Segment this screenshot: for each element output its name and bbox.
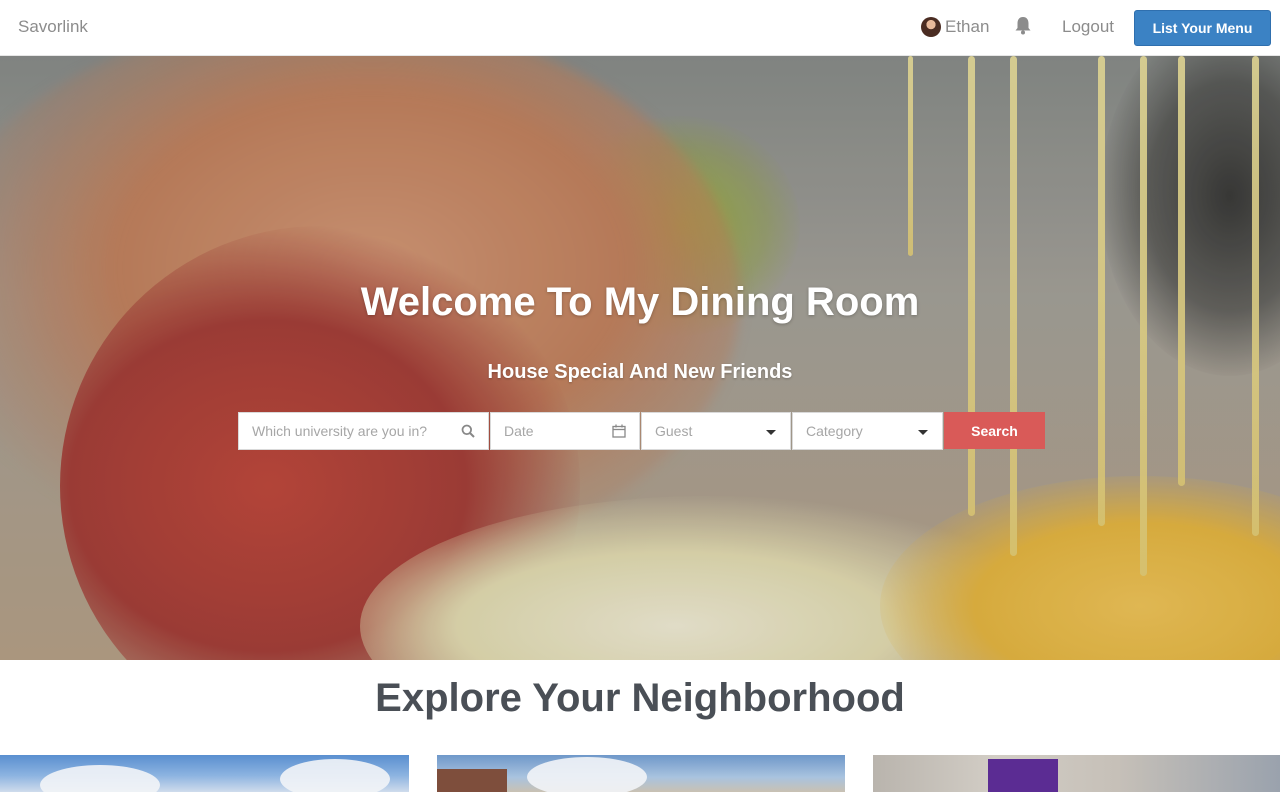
user-avatar <box>921 17 941 37</box>
university-search-input[interactable]: Which university are you in? <box>238 412 489 450</box>
date-placeholder: Date <box>504 423 534 439</box>
cloud-image-detail <box>280 759 390 792</box>
top-navbar: Savorlink Ethan Logout List Your Menu <box>0 0 1280 56</box>
category-placeholder: Category <box>806 423 863 439</box>
guest-placeholder: Guest <box>655 423 693 439</box>
cloud-image-detail <box>40 765 160 792</box>
neighborhood-card[interactable] <box>873 755 1280 792</box>
list-your-menu-button[interactable]: List Your Menu <box>1134 10 1271 46</box>
hero-subtitle: House Special And New Friends <box>487 361 793 383</box>
explore-section-title: Explore Your Neighborhood <box>375 676 905 720</box>
hero-banner: Welcome To My Dining Room House Special … <box>0 56 1280 660</box>
neighborhood-card[interactable] <box>437 755 845 792</box>
building-image-detail <box>437 769 507 792</box>
search-bar: Which university are you in? Date Guest … <box>238 412 1045 450</box>
logout-link[interactable]: Logout <box>1062 17 1114 37</box>
category-select[interactable]: Category <box>792 412 943 450</box>
neighborhood-card[interactable] <box>0 755 409 792</box>
search-button[interactable]: Search <box>944 412 1045 449</box>
cloud-image-detail <box>527 757 647 792</box>
date-input[interactable]: Date <box>490 412 640 450</box>
guest-select[interactable]: Guest <box>641 412 791 450</box>
chevron-down-icon <box>766 430 776 435</box>
calendar-icon <box>612 424 626 441</box>
university-placeholder: Which university are you in? <box>252 423 428 439</box>
hero-title: Welcome To My Dining Room <box>360 280 920 324</box>
flag-image-detail <box>988 759 1058 792</box>
notification-bell-icon[interactable] <box>1014 16 1032 36</box>
brand-logo-link[interactable]: Savorlink <box>18 17 88 37</box>
user-name: Ethan <box>945 17 990 36</box>
chevron-down-icon <box>918 430 928 435</box>
hero-overlay <box>0 56 1280 660</box>
user-profile-link[interactable]: Ethan <box>921 17 989 37</box>
search-icon <box>461 424 475 441</box>
